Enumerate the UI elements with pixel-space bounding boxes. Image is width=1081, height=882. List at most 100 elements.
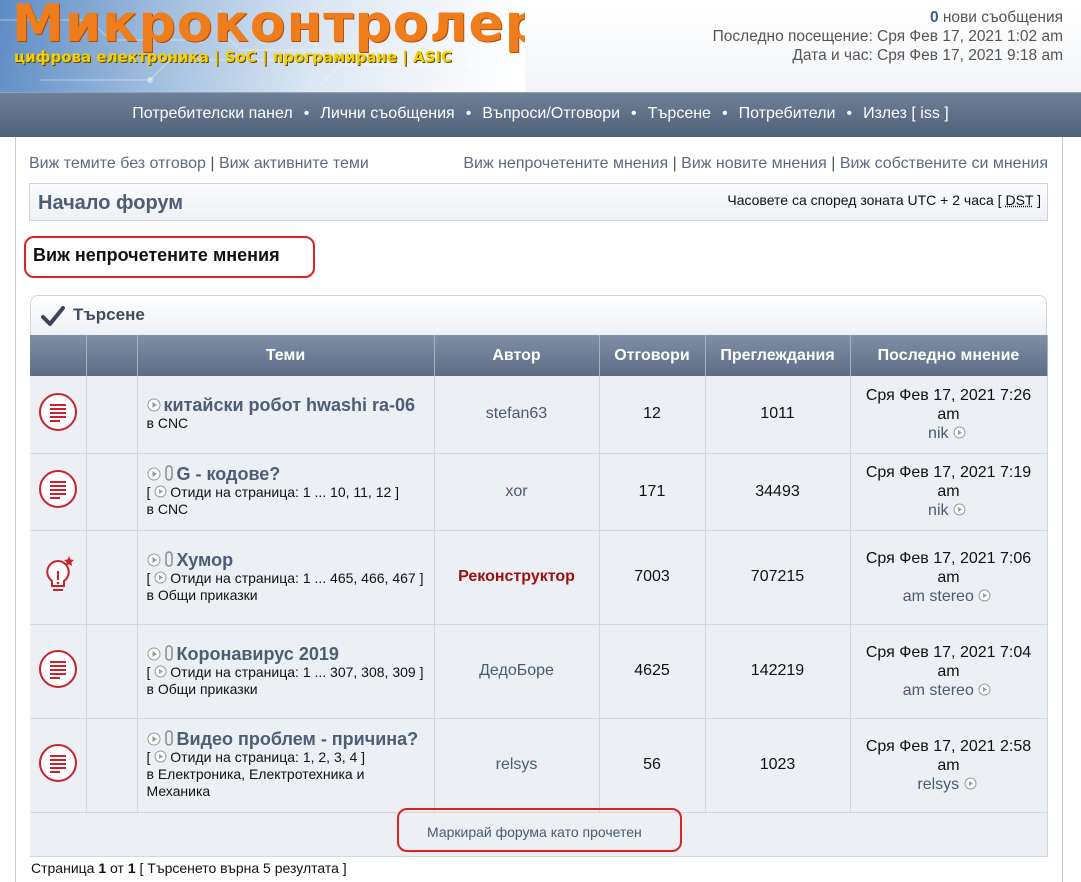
blank-cell (86, 718, 138, 813)
views-cell: 1011 (705, 376, 851, 454)
last-post-date: Сря Фев 17, 2021 7:19 (865, 464, 1032, 481)
page-links[interactable]: 1 ... 10, 11, 12 (303, 484, 391, 500)
nav-separator: • (465, 105, 472, 122)
play-circle-icon[interactable] (147, 732, 161, 746)
header-icon-col (30, 335, 87, 376)
table-row: Хумор [ Отиди на страница: 1 ... 465, 46… (30, 530, 1048, 625)
link-active-topics[interactable]: Виж активните теми (219, 155, 369, 172)
new-messages-label: нови съобщения (938, 9, 1063, 26)
topic-title[interactable]: G - кодове? (177, 464, 281, 484)
topics-table: Теми Автор Отговори Преглеждания Последн… (30, 335, 1048, 857)
play-circle-icon[interactable] (147, 647, 161, 661)
paperclip-icon (164, 730, 173, 746)
views-cell: 1023 (705, 718, 851, 813)
topic-list-icon (38, 392, 77, 431)
go-to-last-post-icon[interactable] (953, 426, 966, 439)
user-info: 0 нови съобщения Последно посещение: Сря… (713, 8, 1063, 65)
last-post-author[interactable]: relsys (917, 776, 959, 793)
topic-title[interactable]: китайски робот hwashi ra-06 (164, 395, 416, 415)
forum-prefix: в (146, 501, 158, 517)
last-post-ampm: am (937, 756, 960, 774)
page-links[interactable]: 1 ... 465, 466, 467 (303, 570, 416, 586)
topic-status-cell (30, 718, 87, 813)
logo-title: Микроконтролери (12, 0, 525, 54)
table-row: Видео проблем - причина? [ Отиди на стра… (30, 718, 1048, 813)
nav-logout[interactable]: Излез [ iss ] (863, 105, 949, 122)
logo-subtitle: цифрова електроника | SoC | програмиране… (14, 48, 452, 66)
link-unanswered[interactable]: Виж темите без отговор (29, 155, 206, 172)
last-post-author[interactable]: nik (928, 502, 948, 519)
mark-forum-read-link[interactable]: Маркирай форума като прочетен (427, 824, 642, 840)
blank-cell (86, 624, 138, 719)
last-post-ampm: am (937, 662, 960, 680)
header-last-post: Последно мнение (850, 335, 1048, 376)
play-circle-icon (154, 750, 167, 763)
last-post-author[interactable]: am stereo (903, 682, 974, 699)
link-new-posts[interactable]: Виж новите мнения (681, 155, 827, 172)
panel-title: Търсене (73, 305, 145, 324)
new-messages-count: 0 (929, 9, 939, 26)
forum-link[interactable]: Електроника, Електротехника и Механика (147, 766, 365, 799)
pages-bracket-close: ] (357, 749, 366, 765)
link-unread-posts[interactable]: Виж непрочетените мнения (463, 155, 668, 172)
play-circle-icon[interactable] (147, 467, 161, 481)
last-post-author[interactable]: am stereo (903, 588, 974, 605)
nav-search[interactable]: Търсене (648, 105, 711, 122)
header-author: Автор (434, 335, 600, 376)
pages-bracket-open: [ (146, 663, 155, 680)
forum-link[interactable]: CNC (158, 501, 188, 517)
forum-prefix: в (146, 680, 158, 697)
last-post-author[interactable]: nik (928, 425, 948, 442)
author-cell[interactable]: relsys (434, 718, 600, 813)
link-own-posts[interactable]: Виж собствените си мнения (840, 155, 1048, 172)
topic-status-cell (30, 530, 87, 625)
author-cell[interactable]: Реконструктор (434, 530, 600, 625)
forum-link[interactable]: CNC (158, 415, 188, 431)
header-views: Преглеждания (705, 335, 851, 376)
last-post-date: Сря Фев 17, 2021 2:58 (865, 737, 1032, 755)
pages-bracket-open: [ (146, 569, 155, 586)
nav-faq[interactable]: Въпроси/Отговори (482, 105, 620, 122)
quick-links-left: Виж темите без отговор | Виж активните т… (29, 155, 369, 172)
forum-link[interactable]: Общи приказки (158, 681, 258, 697)
nav-user-panel[interactable]: Потребителски панел (132, 105, 292, 122)
topic-list-icon (38, 743, 77, 782)
page-links[interactable]: 1, 2, 3, 4 (303, 749, 357, 765)
go-to-last-post-icon[interactable] (978, 589, 991, 602)
nav-private-messages[interactable]: Лични съобщения (320, 105, 454, 122)
go-to-last-post-icon[interactable] (964, 777, 977, 790)
go-to-last-post-icon[interactable] (978, 683, 991, 696)
header-replies: Отговори (599, 335, 706, 376)
of-label: от (106, 860, 128, 876)
forum-prefix: в (146, 414, 158, 431)
author-cell[interactable]: ДедоБоре (434, 624, 600, 719)
go-to-last-post-icon[interactable] (953, 503, 966, 516)
nav-separator: • (846, 105, 853, 122)
topic-title[interactable]: Видео проблем - причина? (177, 729, 419, 749)
replies-cell: 56 (599, 718, 706, 813)
quick-links-right: Виж непрочетените мнения | Виж новите мн… (463, 155, 1048, 172)
blank-cell (86, 453, 138, 531)
play-circle-icon[interactable] (147, 553, 161, 567)
nav-separator: • (631, 105, 637, 122)
nav-members[interactable]: Потребители (739, 105, 836, 122)
total-pages: 1 (127, 860, 136, 876)
author-cell[interactable]: stefan63 (434, 376, 600, 454)
topic-title[interactable]: Коронавирус 2019 (177, 644, 339, 664)
bulb-star-icon (46, 555, 74, 591)
breadcrumb-home[interactable]: Начало форум (38, 192, 183, 215)
pages-bracket-open: [ (146, 749, 155, 765)
forum-link[interactable]: Общи приказки (158, 587, 258, 603)
nav-separator: • (721, 105, 728, 122)
author-cell[interactable]: xor (434, 453, 600, 531)
page-links[interactable]: 1 ... 307, 308, 309 (303, 664, 416, 680)
site-logo[interactable]: Микроконтролери цифрова електроника | So… (0, 0, 525, 92)
views-cell: 707215 (705, 530, 851, 625)
new-messages-link[interactable]: 0 нови съобщения (713, 8, 1063, 27)
main-navbar: Потребителски панел • Лични съобщения • Въпр… (0, 92, 1081, 137)
last-post-cell: Сря Фев 17, 2021 2:58 am relsys (850, 718, 1048, 813)
play-circle-icon[interactable] (147, 398, 161, 412)
blank-cell (86, 530, 138, 625)
current-page: 1 (98, 860, 107, 876)
topic-title[interactable]: Хумор (177, 550, 234, 570)
